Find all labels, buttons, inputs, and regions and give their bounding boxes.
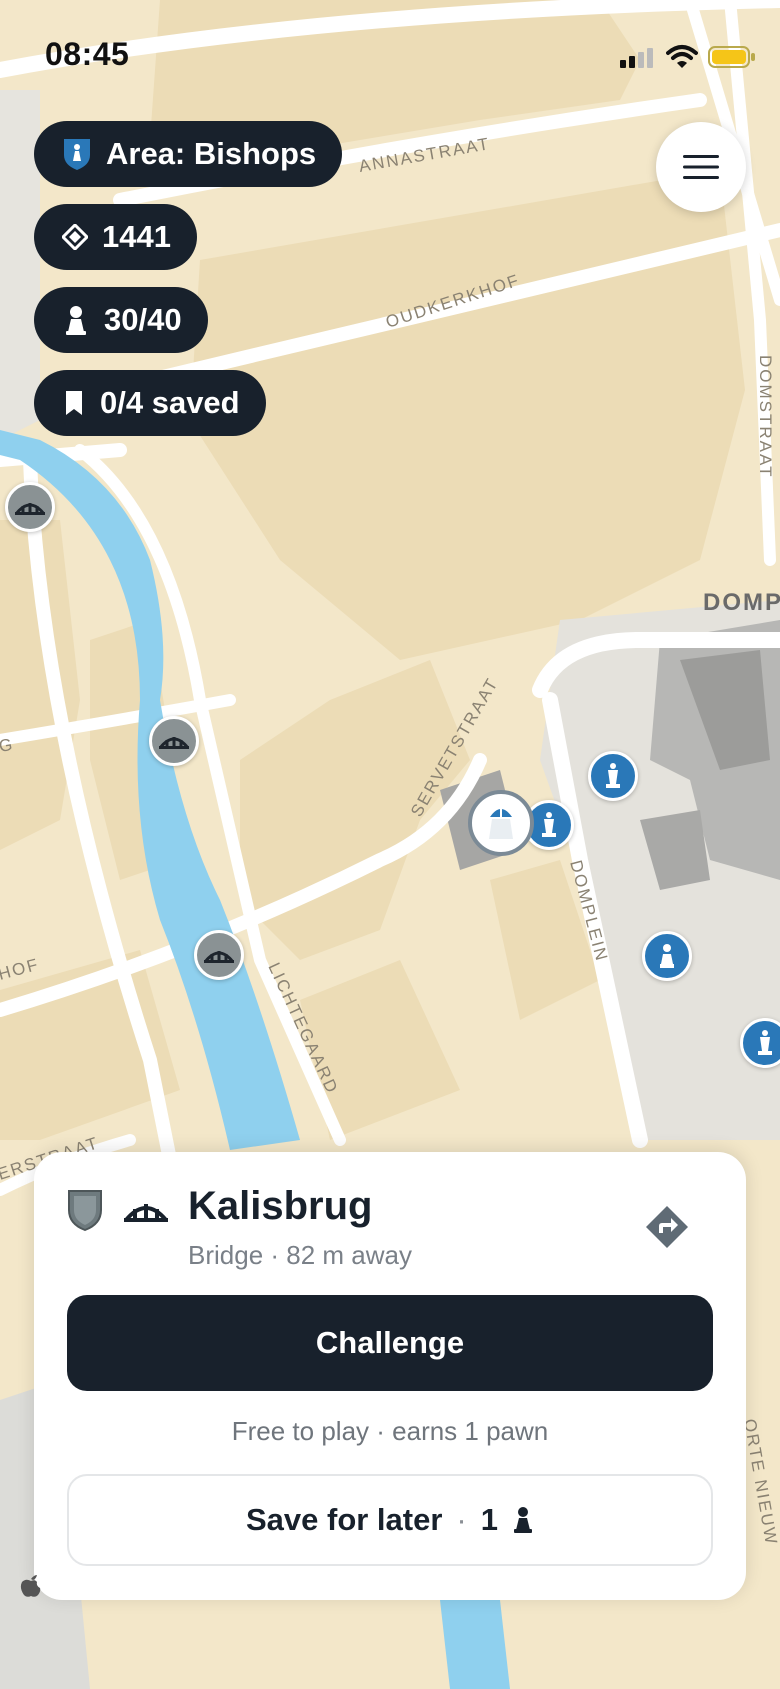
bridge-icon	[124, 1204, 168, 1222]
label-domp: DOMP	[703, 589, 780, 616]
player-location-marker[interactable]	[468, 790, 534, 856]
area-label: Area: Bishops	[106, 136, 317, 171]
rating-value: 1441	[102, 219, 171, 254]
battery-icon	[708, 46, 755, 68]
pawn-icon	[62, 305, 90, 335]
place-card: Kalisbrug Bridge · 82 m away Challenge F…	[34, 1152, 746, 1600]
saved-count: 0/4 saved	[100, 385, 240, 420]
bridge-marker-selected[interactable]	[194, 930, 244, 980]
bishop-shield-icon	[62, 137, 92, 171]
bridge-icon	[15, 503, 45, 515]
save-cost: 1	[480, 1502, 498, 1537]
wifi-icon	[666, 45, 698, 68]
save-for-later-button[interactable]: Save for later · 1	[67, 1474, 713, 1566]
pawn-icon	[660, 944, 674, 968]
bishop-icon	[542, 812, 556, 837]
pieces-pill[interactable]: 30/40	[34, 287, 208, 353]
saved-pill[interactable]: 0/4 saved	[34, 370, 266, 436]
clock: 08:45	[45, 36, 130, 72]
label-domstraat: DOMSTRAAT	[756, 355, 775, 478]
menu-button[interactable]	[656, 122, 746, 212]
pawn-icon	[514, 1507, 532, 1533]
directions-icon[interactable]	[642, 1202, 692, 1252]
bridge-marker[interactable]	[5, 482, 55, 532]
bookmark-icon	[62, 389, 86, 417]
status-bar: 08:45	[0, 0, 780, 110]
diamond-icon	[62, 224, 88, 250]
challenge-button[interactable]: Challenge	[67, 1295, 713, 1391]
player-avatar-icon	[489, 807, 513, 839]
bishop-icon	[606, 763, 620, 788]
shield-icon	[68, 1190, 102, 1232]
place-name: Kalisbrug	[188, 1184, 373, 1228]
bridge-icon	[159, 737, 189, 749]
save-label: Save for later	[245, 1502, 443, 1537]
cellular-signal-icon	[620, 48, 653, 68]
bridge-marker[interactable]	[149, 716, 199, 766]
save-separator: ·	[456, 1502, 467, 1537]
area-pill[interactable]: Area: Bishops	[34, 121, 343, 187]
piece-marker[interactable]	[642, 931, 692, 981]
apple-logo-icon	[20, 1575, 41, 1597]
piece-marker[interactable]	[588, 751, 638, 801]
place-subtitle: Bridge · 82 m away	[188, 1240, 412, 1270]
bishop-icon	[758, 1030, 772, 1055]
bridge-icon	[204, 951, 234, 963]
rating-pill[interactable]: 1441	[34, 204, 197, 270]
hamburger-icon	[683, 155, 719, 179]
challenge-hint: Free to play · earns 1 pawn	[231, 1416, 549, 1446]
pieces-count: 30/40	[104, 302, 182, 337]
